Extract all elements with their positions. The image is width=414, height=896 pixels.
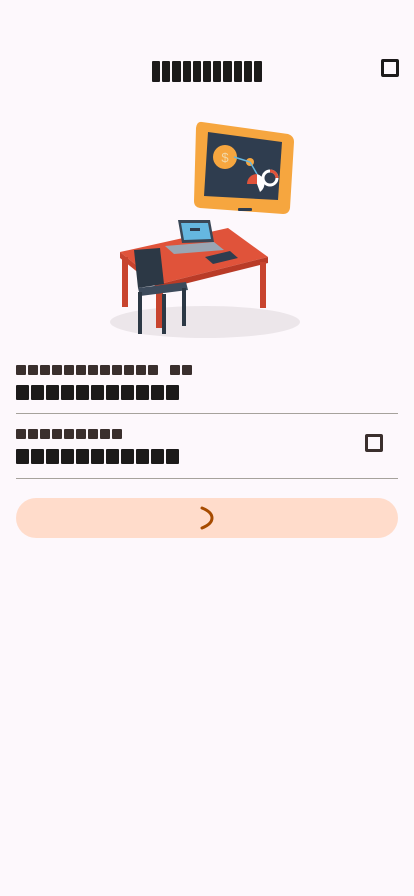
page-title [152,61,262,83]
workspace-illustration: $ [110,121,300,338]
obscured-glyph [16,385,29,400]
obscured-glyph [91,385,104,400]
obscured-glyph [202,61,212,82]
visibility-toggle-icon[interactable] [365,434,383,452]
obscured-glyph [112,429,122,439]
obscured-glyph [253,61,262,82]
field-two-value[interactable] [16,449,398,465]
obscured-glyph [124,365,134,375]
obscured-glyph [76,449,89,464]
obscured-glyph [243,61,252,82]
obscured-glyph [88,429,98,439]
obscured-glyph [91,449,104,464]
obscured-glyph [31,385,44,400]
obscured-glyph [121,385,134,400]
obscured-glyph [40,429,50,439]
obscured-glyph [162,61,171,82]
loading-spinner-icon [200,506,214,530]
obscured-glyph [121,449,134,464]
obscured-glyph [170,365,180,375]
obscured-glyph [61,449,74,464]
obscured-glyph [76,385,89,400]
obscured-glyph [16,365,26,375]
obscured-glyph [46,385,59,400]
field-two-label [16,429,398,440]
obscured-glyph [136,385,149,400]
obscured-glyph [64,429,74,439]
monitor-graphic: $ [194,121,294,214]
obscured-glyph [100,365,110,375]
obscured-glyph [136,365,146,375]
divider [16,478,398,479]
obscured-glyph [31,449,44,464]
obscured-glyph [16,449,29,464]
obscured-glyph [40,365,50,375]
obscured-glyph [100,429,110,439]
obscured-glyph [88,365,98,375]
obscured-glyph [182,365,192,375]
obscured-glyph [28,365,38,375]
obscured-glyph [213,61,222,82]
field-two [16,429,398,465]
obscured-glyph [28,429,38,439]
obscured-glyph [151,385,164,400]
primary-action-button[interactable] [16,498,398,538]
obscured-glyph [151,449,164,464]
obscured-glyph [76,365,86,375]
close-icon[interactable] [381,59,399,77]
divider [16,413,398,414]
obscured-glyph [166,449,179,464]
obscured-glyph [46,449,59,464]
field-one-value[interactable] [16,385,398,401]
obscured-glyph [76,429,86,439]
obscured-glyph [172,61,181,82]
obscured-glyph [106,449,119,464]
obscured-glyph [166,385,179,400]
obscured-glyph [233,61,242,82]
obscured-glyph [106,385,119,400]
obscured-glyph [148,365,158,375]
obscured-glyph [192,61,201,82]
obscured-glyph [152,61,161,82]
svg-text:$: $ [221,150,229,165]
obscured-glyph [16,429,26,439]
obscured-glyph [112,365,122,375]
field-one [16,365,398,401]
obscured-glyph [52,429,62,439]
obscured-glyph [52,365,62,375]
field-one-label [16,365,398,376]
obscured-glyph [64,365,74,375]
obscured-glyph [182,61,191,82]
obscured-glyph [223,61,232,82]
obscured-glyph [136,449,149,464]
obscured-glyph [61,385,74,400]
